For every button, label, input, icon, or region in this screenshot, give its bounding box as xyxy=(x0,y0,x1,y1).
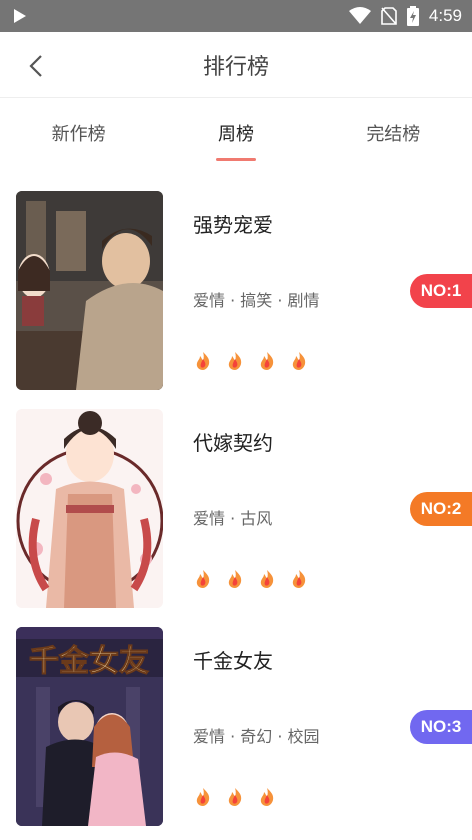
ranking-list: 强势宠爱 爱情 · 搞笑 · 剧情 NO:1 代嫁契约 爱情 · 古风 NO:2… xyxy=(0,164,472,840)
cover-title-text: 千金女友 xyxy=(29,644,149,679)
rank-badge: NO:1 xyxy=(410,274,472,308)
list-item[interactable]: 强势宠爱 爱情 · 搞笑 · 剧情 NO:1 xyxy=(0,191,472,409)
comic-cover xyxy=(16,409,163,608)
tab-label: 新作榜 xyxy=(51,124,106,145)
list-item[interactable]: 千金女友 千金女友 爱情 · 奇幻 · 校园 NO:3 xyxy=(0,627,472,840)
flame-icon xyxy=(260,352,274,370)
back-button[interactable] xyxy=(22,52,50,80)
flame-icon xyxy=(228,788,242,806)
flame-icon xyxy=(260,570,274,588)
page-title: 排行榜 xyxy=(202,54,269,80)
comic-tags: 爱情 · 奇幻 · 校园 xyxy=(193,727,320,746)
header: 排行榜 xyxy=(0,32,472,98)
active-tab-indicator xyxy=(215,158,256,161)
flame-icon xyxy=(292,352,306,370)
play-icon xyxy=(14,9,26,23)
flame-icon xyxy=(292,570,306,588)
tab-weekly[interactable]: 周榜 xyxy=(157,98,314,164)
popularity-rating xyxy=(193,569,321,589)
status-bar: 4:59 xyxy=(0,0,472,32)
comic-cover: 千金女友 xyxy=(16,627,163,826)
tab-label: 完结榜 xyxy=(366,124,421,145)
tab-bar: 新作榜 周榜 完结榜 xyxy=(0,98,472,164)
tab-new[interactable]: 新作榜 xyxy=(0,98,157,164)
comic-tags: 爱情 · 古风 xyxy=(193,509,273,528)
battery-icon xyxy=(406,6,419,26)
flame-icon xyxy=(196,788,210,806)
comic-title: 千金女友 xyxy=(193,649,273,673)
comic-cover xyxy=(16,191,163,390)
status-time: 4:59 xyxy=(428,6,462,25)
popularity-rating xyxy=(193,351,321,371)
rank-badge: NO:2 xyxy=(410,492,472,526)
tab-label: 周榜 xyxy=(217,124,254,145)
flame-icon xyxy=(196,352,210,370)
tab-completed[interactable]: 完结榜 xyxy=(315,98,472,164)
list-item[interactable]: 代嫁契约 爱情 · 古风 NO:2 xyxy=(0,409,472,627)
rank-badge: NO:3 xyxy=(410,710,472,744)
comic-title: 强势宠爱 xyxy=(193,213,273,237)
flame-icon xyxy=(260,788,274,806)
flame-icon xyxy=(228,352,242,370)
comic-tags: 爱情 · 搞笑 · 剧情 xyxy=(193,291,320,310)
flame-icon xyxy=(196,570,210,588)
flame-icon xyxy=(228,570,242,588)
popularity-rating xyxy=(193,787,289,807)
no-sim-icon xyxy=(381,7,397,25)
comic-title: 代嫁契约 xyxy=(193,431,273,455)
chevron-left-icon xyxy=(29,55,42,77)
wifi-icon xyxy=(348,7,371,25)
